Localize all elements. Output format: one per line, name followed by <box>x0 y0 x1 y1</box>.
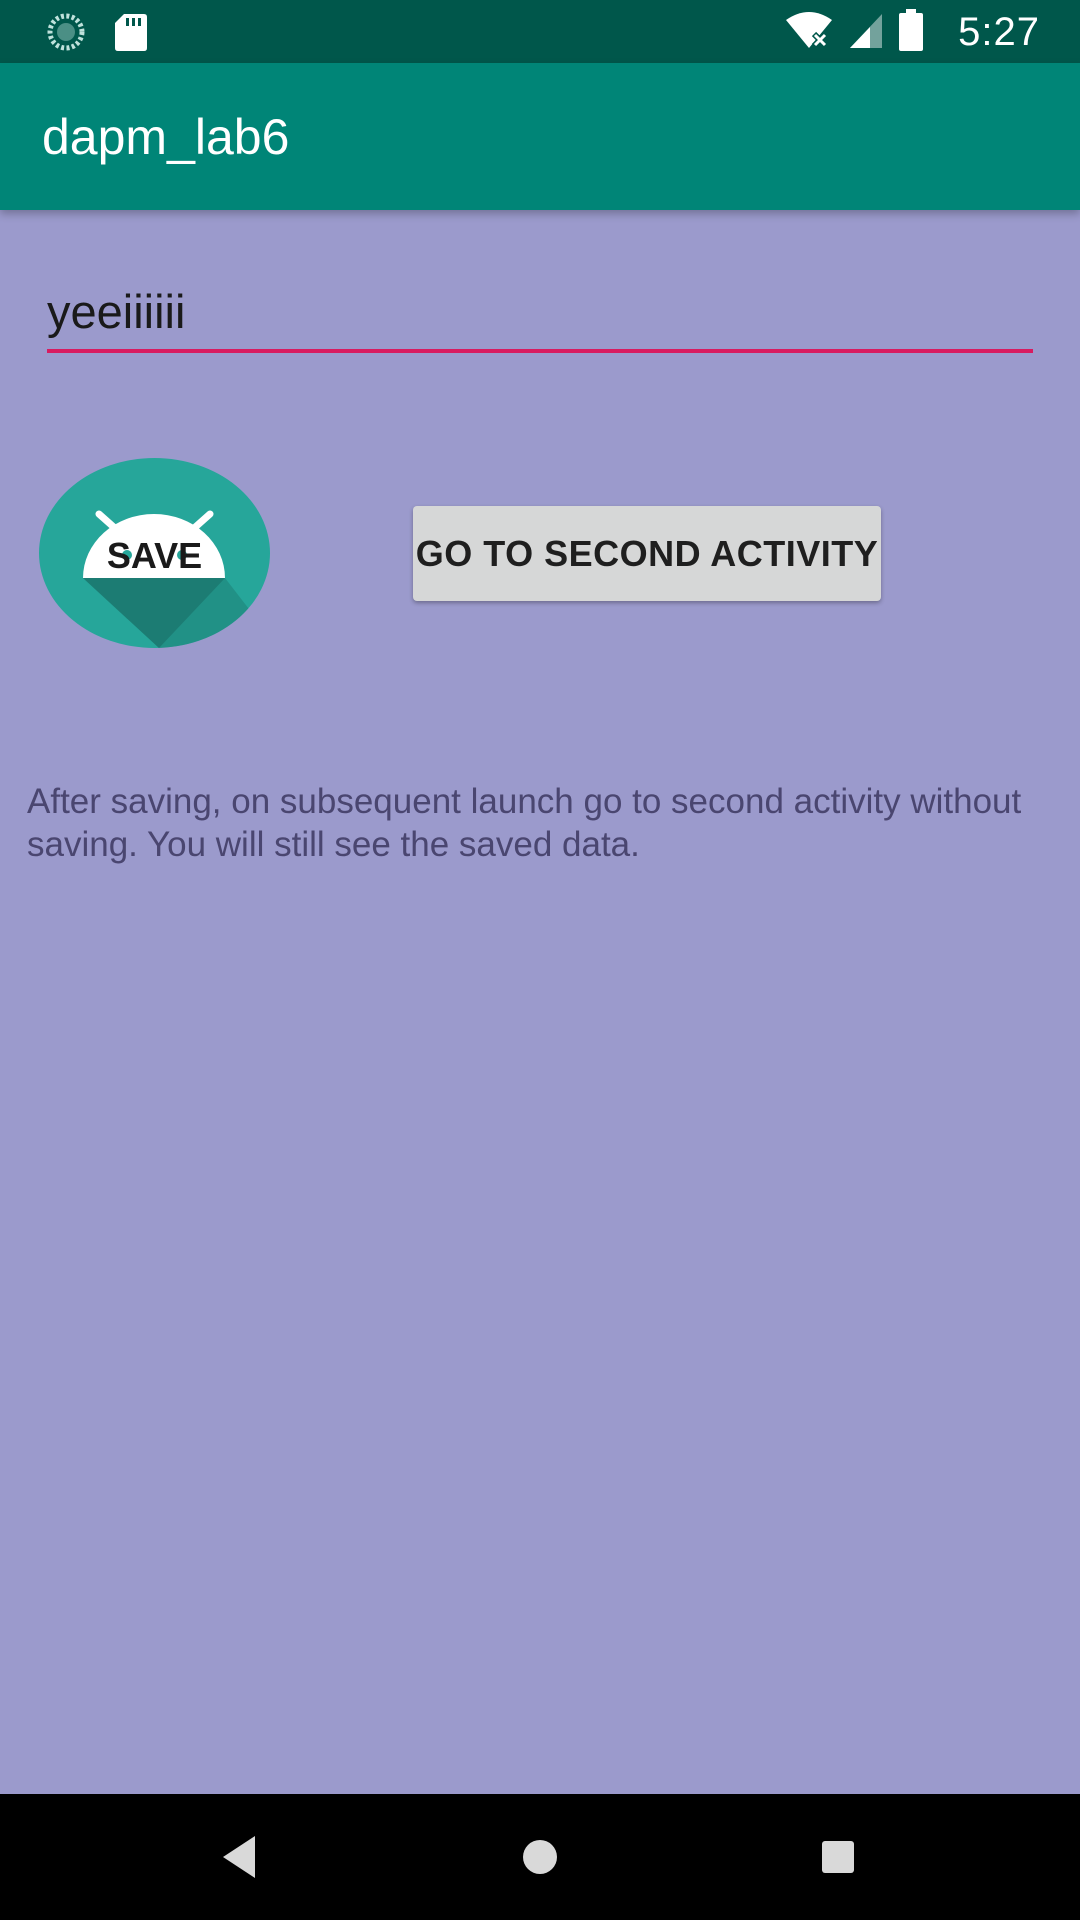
go-to-second-activity-button[interactable]: GO TO SECOND ACTIVITY <box>413 506 881 601</box>
back-icon[interactable] <box>207 1824 273 1890</box>
status-right-icons: 5:27 <box>784 6 1040 58</box>
text-input[interactable]: yeeiiiiii <box>47 280 1033 353</box>
status-time: 5:27 <box>958 10 1040 54</box>
sd-card-icon <box>114 12 148 56</box>
status-left-icons <box>46 12 148 56</box>
navigation-bar <box>0 1794 1080 1920</box>
recents-icon[interactable] <box>805 1824 871 1890</box>
go-to-second-activity-label: GO TO SECOND ACTIVITY <box>415 532 879 574</box>
screen: 5:27 dapm_lab6 yeeiiiiii SAVE GO TO SECO… <box>0 0 1080 1920</box>
app-title: dapm_lab6 <box>42 109 290 165</box>
text-input-value: yeeiiiiii <box>47 285 186 338</box>
battery-icon <box>898 8 924 56</box>
app-bar: dapm_lab6 <box>0 63 1080 210</box>
signal-icon <box>848 10 884 54</box>
home-icon[interactable] <box>507 1824 573 1890</box>
status-bar: 5:27 <box>0 0 1080 63</box>
save-button-label: SAVE <box>106 535 203 576</box>
wifi-off-icon <box>784 10 834 54</box>
save-button[interactable]: SAVE <box>39 458 270 648</box>
sync-icon <box>46 12 86 56</box>
info-text: After saving, on subsequent launch go to… <box>27 782 1022 864</box>
